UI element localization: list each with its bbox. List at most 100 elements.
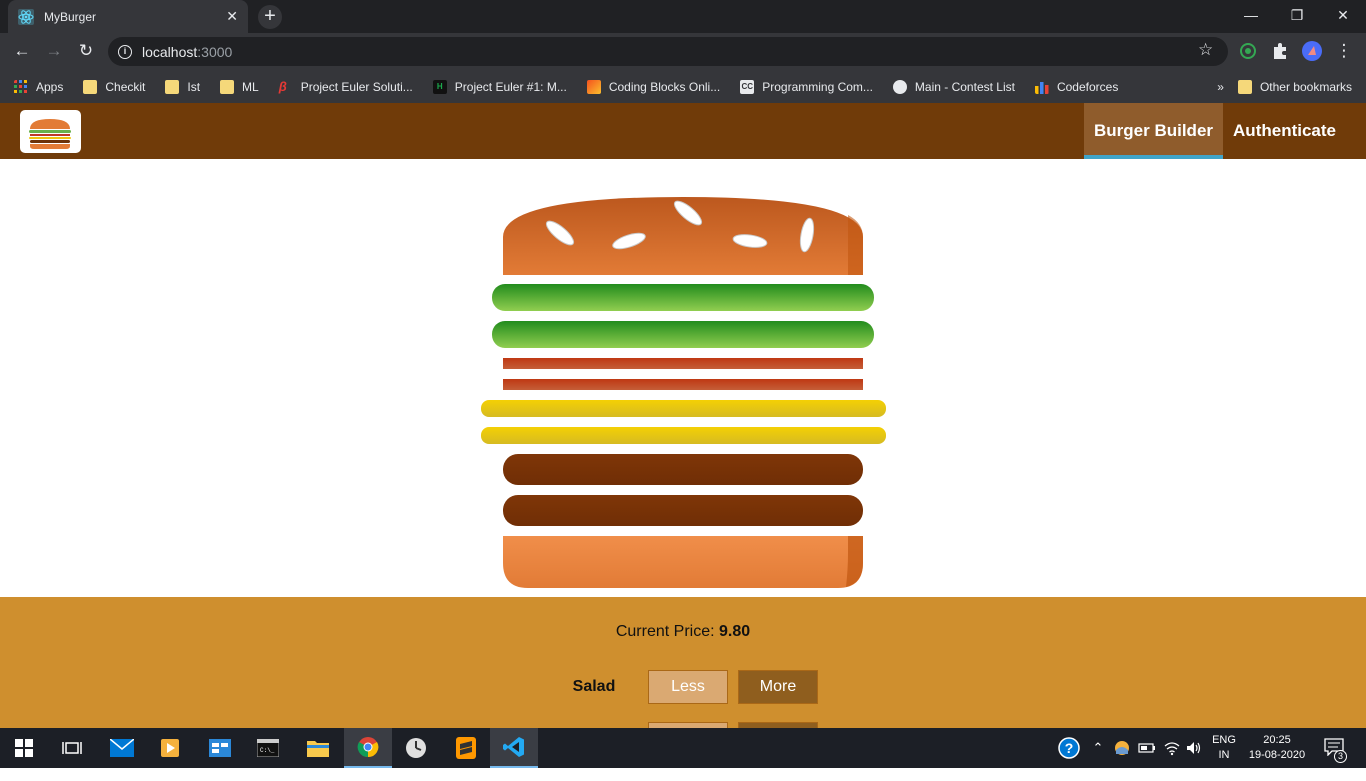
burger-preview <box>0 159 1366 597</box>
battery-icon[interactable] <box>1138 741 1156 781</box>
minimize-button[interactable]: — <box>1228 0 1274 30</box>
new-tab-button[interactable]: + <box>258 5 282 29</box>
taskbar-app[interactable] <box>196 728 244 768</box>
bread-bottom <box>503 536 863 588</box>
wifi-icon[interactable] <box>1164 740 1180 780</box>
help-icon[interactable]: ? <box>1058 737 1080 777</box>
taskbar-sublime[interactable] <box>442 728 490 768</box>
volume-icon[interactable] <box>1186 740 1202 780</box>
main-navigation: Burger Builder Authenticate <box>1084 103 1346 159</box>
bookmark-coding-blocks[interactable]: Coding Blocks Onli... <box>586 79 721 94</box>
bookmark-ml[interactable]: ML <box>220 79 259 94</box>
browser-toolbar: ← → ↻ i localhost:3000 ☆ ⋮ <box>0 33 1366 70</box>
input-language[interactable]: ENG IN <box>1210 733 1238 773</box>
bookmark-ist[interactable]: Ist <box>165 79 200 94</box>
taskbar-vscode[interactable] <box>490 728 538 768</box>
bookmark-label: ML <box>242 79 259 94</box>
url-host: localhost <box>142 43 198 60</box>
bookmark-other[interactable]: Other bookmarks <box>1237 79 1352 94</box>
taskbar-mail[interactable] <box>98 728 146 768</box>
reload-icon[interactable]: ↻ <box>75 40 97 62</box>
site-info-icon[interactable]: i <box>118 44 132 59</box>
globe-icon <box>892 79 907 94</box>
start-button[interactable] <box>0 728 48 768</box>
language-code: ENG <box>1212 734 1236 746</box>
terminal-icon: C:\_ <box>257 739 279 757</box>
address-bar[interactable]: i localhost:3000 <box>108 37 1228 66</box>
apps-grid-icon <box>14 79 27 93</box>
bookmark-checkit[interactable]: Checkit <box>83 79 146 94</box>
bookmark-label: Other bookmarks <box>1259 79 1352 94</box>
taskbar-chrome[interactable] <box>344 728 392 768</box>
less-salad-button[interactable]: Less <box>648 670 728 704</box>
browser-tab[interactable]: MyBurger ✕ <box>8 0 248 33</box>
notifications-button[interactable]: 3 <box>1322 738 1347 778</box>
windows-logo-icon <box>15 739 33 757</box>
taskbar-file-explorer[interactable] <box>294 728 342 768</box>
folder-icon <box>1237 79 1252 94</box>
cheese-layer <box>481 427 886 444</box>
browser-tab-strip: MyBurger ✕ + — ❐ ✕ <box>0 0 1366 33</box>
bookmark-codeforces[interactable]: Codeforces <box>1034 79 1119 94</box>
app-toolbar: Burger Builder Authenticate <box>0 103 1366 159</box>
salad-layer <box>492 284 874 311</box>
bookmark-label: Codeforces <box>1056 79 1119 94</box>
taskbar-video[interactable] <box>146 728 194 768</box>
bookmark-programming-com[interactable]: CC Programming Com... <box>740 79 873 94</box>
task-view-icon <box>62 742 82 754</box>
video-player-icon <box>161 739 179 757</box>
bookmark-contest-list[interactable]: Main - Contest List <box>892 79 1015 94</box>
bookmarks-overflow-button[interactable]: » <box>1217 80 1224 94</box>
clock-app-icon <box>406 738 426 758</box>
clock[interactable]: 20:25 19-08-2020 <box>1244 733 1310 773</box>
bookmark-star-icon[interactable]: ☆ <box>1198 40 1213 60</box>
url-port: :3000 <box>197 43 233 60</box>
clock-date: 19-08-2020 <box>1248 749 1306 761</box>
more-salad-button[interactable]: More <box>738 670 818 704</box>
react-icon <box>18 8 34 25</box>
nav-authenticate[interactable]: Authenticate <box>1223 103 1346 159</box>
build-control-salad: Salad Less More <box>540 670 830 704</box>
price-label: Current Price: <box>615 623 715 640</box>
bookmark-project-euler-1[interactable]: H Project Euler #1: M... <box>432 79 567 94</box>
ingredient-label: Salad <box>572 678 616 695</box>
bookmark-label: Coding Blocks Onli... <box>608 79 721 94</box>
browser-menu-icon[interactable]: ⋮ <box>1333 40 1355 62</box>
weather-icon[interactable] <box>1114 740 1130 780</box>
cheese-layer <box>481 400 886 417</box>
hackerrank-icon: H <box>432 79 447 94</box>
nav-burger-builder[interactable]: Burger Builder <box>1084 103 1224 159</box>
project-euler-icon: β <box>278 78 287 94</box>
taskbar-clock-app[interactable] <box>392 728 440 768</box>
price-value: 9.80 <box>719 623 751 640</box>
codeforces-icon <box>1034 81 1049 94</box>
close-tab-icon[interactable]: ✕ <box>226 8 238 25</box>
extensions-puzzle-icon[interactable] <box>1270 41 1290 61</box>
mail-icon <box>110 739 134 757</box>
app-logo[interactable] <box>20 110 81 153</box>
extension-circle-icon[interactable] <box>1238 41 1258 61</box>
chrome-icon <box>357 737 379 758</box>
bookmark-label: Checkit <box>105 79 146 94</box>
task-view-button[interactable] <box>48 728 96 768</box>
bookmark-project-euler-solutions[interactable]: β Project Euler Soluti... <box>278 78 413 94</box>
tray-chevron-icon[interactable]: ⌃ <box>1090 728 1106 768</box>
bookmark-label: Project Euler #1: M... <box>454 79 567 94</box>
profile-avatar-icon[interactable] <box>1302 41 1322 61</box>
vscode-icon <box>503 737 524 757</box>
back-icon[interactable]: ← <box>11 40 33 62</box>
bacon-layer <box>503 358 863 369</box>
bookmark-apps[interactable]: Apps <box>14 79 63 94</box>
taskbar-terminal[interactable]: C:\_ <box>244 728 292 768</box>
clock-time: 20:25 <box>1263 734 1291 746</box>
app-window-icon <box>209 739 231 757</box>
forward-icon[interactable]: → <box>43 40 65 62</box>
folder-icon <box>83 79 98 94</box>
folder-icon <box>307 741 329 757</box>
meat-layer <box>503 454 863 485</box>
build-controls: Current Price: 9.80 Salad Less More <box>0 597 1366 756</box>
bookmark-label: Main - Contest List <box>914 79 1015 94</box>
restore-button[interactable]: ❐ <box>1274 0 1320 30</box>
codechef-icon: CC <box>740 79 755 94</box>
close-window-button[interactable]: ✕ <box>1320 0 1366 30</box>
